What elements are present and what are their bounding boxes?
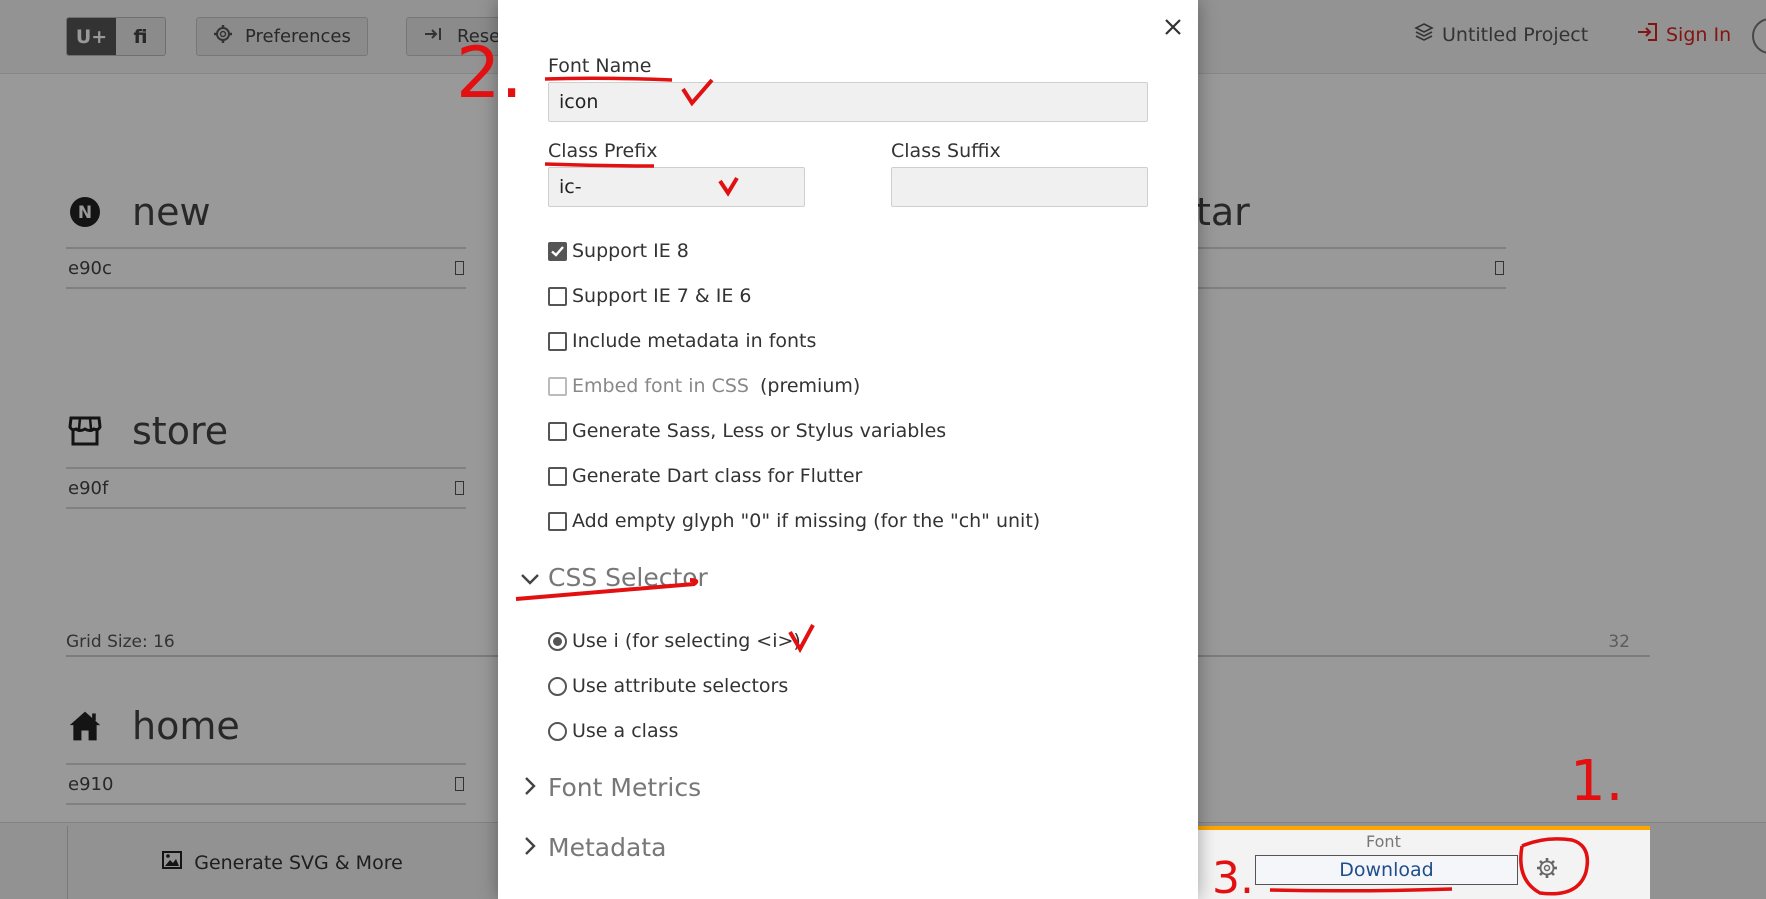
font-tab-label: Font	[1366, 832, 1401, 851]
font-preferences-modal: Font Name icon Class Prefix ic- Class Su…	[498, 0, 1198, 899]
section-title: CSS Selector	[548, 563, 708, 592]
option-label: Embed font in CSS	[572, 375, 749, 397]
option-include-metadata[interactable]: Include metadata in fonts	[548, 330, 816, 352]
selector-option-attribute[interactable]: Use attribute selectors	[548, 675, 788, 697]
premium-tag[interactable]: (premium)	[760, 375, 860, 397]
option-label: Add empty glyph "0" if missing (for the …	[572, 510, 1041, 532]
option-label: Use a class	[572, 720, 679, 742]
radio-icon[interactable]	[548, 721, 567, 741]
option-label: Use i (for selecting <i>)	[572, 630, 801, 652]
radio-selected-icon[interactable]	[548, 631, 567, 651]
font-name-label: Font Name	[548, 55, 652, 77]
checkbox-icon[interactable]	[548, 511, 567, 531]
selector-option-i[interactable]: Use i (for selecting <i>)	[548, 630, 801, 652]
chevron-right-icon	[520, 773, 540, 802]
option-support-ie7-ie6[interactable]: Support IE 7 & IE 6	[548, 285, 752, 307]
section-title: Metadata	[548, 833, 667, 862]
checkbox-checked-icon[interactable]	[548, 241, 567, 261]
class-suffix-label: Class Suffix	[891, 140, 1001, 162]
checkbox-icon[interactable]	[548, 466, 567, 486]
option-support-ie8[interactable]: Support IE 8	[548, 240, 689, 262]
font-settings-gear-icon[interactable]	[1532, 852, 1562, 884]
option-generate-dart[interactable]: Generate Dart class for Flutter	[548, 465, 862, 487]
font-name-input[interactable]: icon	[548, 82, 1148, 122]
css-selector-section-toggle[interactable]: CSS Selector	[520, 563, 708, 592]
option-label: Support IE 8	[572, 240, 689, 262]
download-button[interactable]: Download	[1255, 855, 1518, 885]
option-generate-sass[interactable]: Generate Sass, Less or Stylus variables	[548, 420, 946, 442]
option-label: Use attribute selectors	[572, 675, 789, 697]
section-title: Font Metrics	[548, 773, 702, 802]
chevron-right-icon	[520, 833, 540, 862]
option-label: Support IE 7 & IE 6	[572, 285, 752, 307]
option-embed-font-css: Embed font in CSS (premium)	[548, 375, 860, 397]
checkbox-icon[interactable]	[548, 331, 567, 351]
option-label: Include metadata in fonts	[572, 330, 817, 352]
chevron-down-icon	[520, 563, 540, 592]
checkbox-icon[interactable]	[548, 421, 567, 441]
metadata-section-toggle[interactable]: Metadata	[520, 833, 666, 862]
class-suffix-input[interactable]	[891, 167, 1148, 207]
radio-icon[interactable]	[548, 676, 567, 696]
checkbox-icon[interactable]	[548, 286, 567, 306]
close-icon[interactable]	[1158, 12, 1188, 42]
option-label: Generate Dart class for Flutter	[572, 465, 863, 487]
selector-option-class[interactable]: Use a class	[548, 720, 678, 742]
class-prefix-label: Class Prefix	[548, 140, 658, 162]
font-metrics-section-toggle[interactable]: Font Metrics	[520, 773, 701, 802]
option-label: Generate Sass, Less or Stylus variables	[572, 420, 947, 442]
option-add-empty-glyph[interactable]: Add empty glyph "0" if missing (for the …	[548, 510, 1040, 532]
class-prefix-input[interactable]: ic-	[548, 167, 805, 207]
checkbox-disabled-icon	[548, 376, 567, 396]
